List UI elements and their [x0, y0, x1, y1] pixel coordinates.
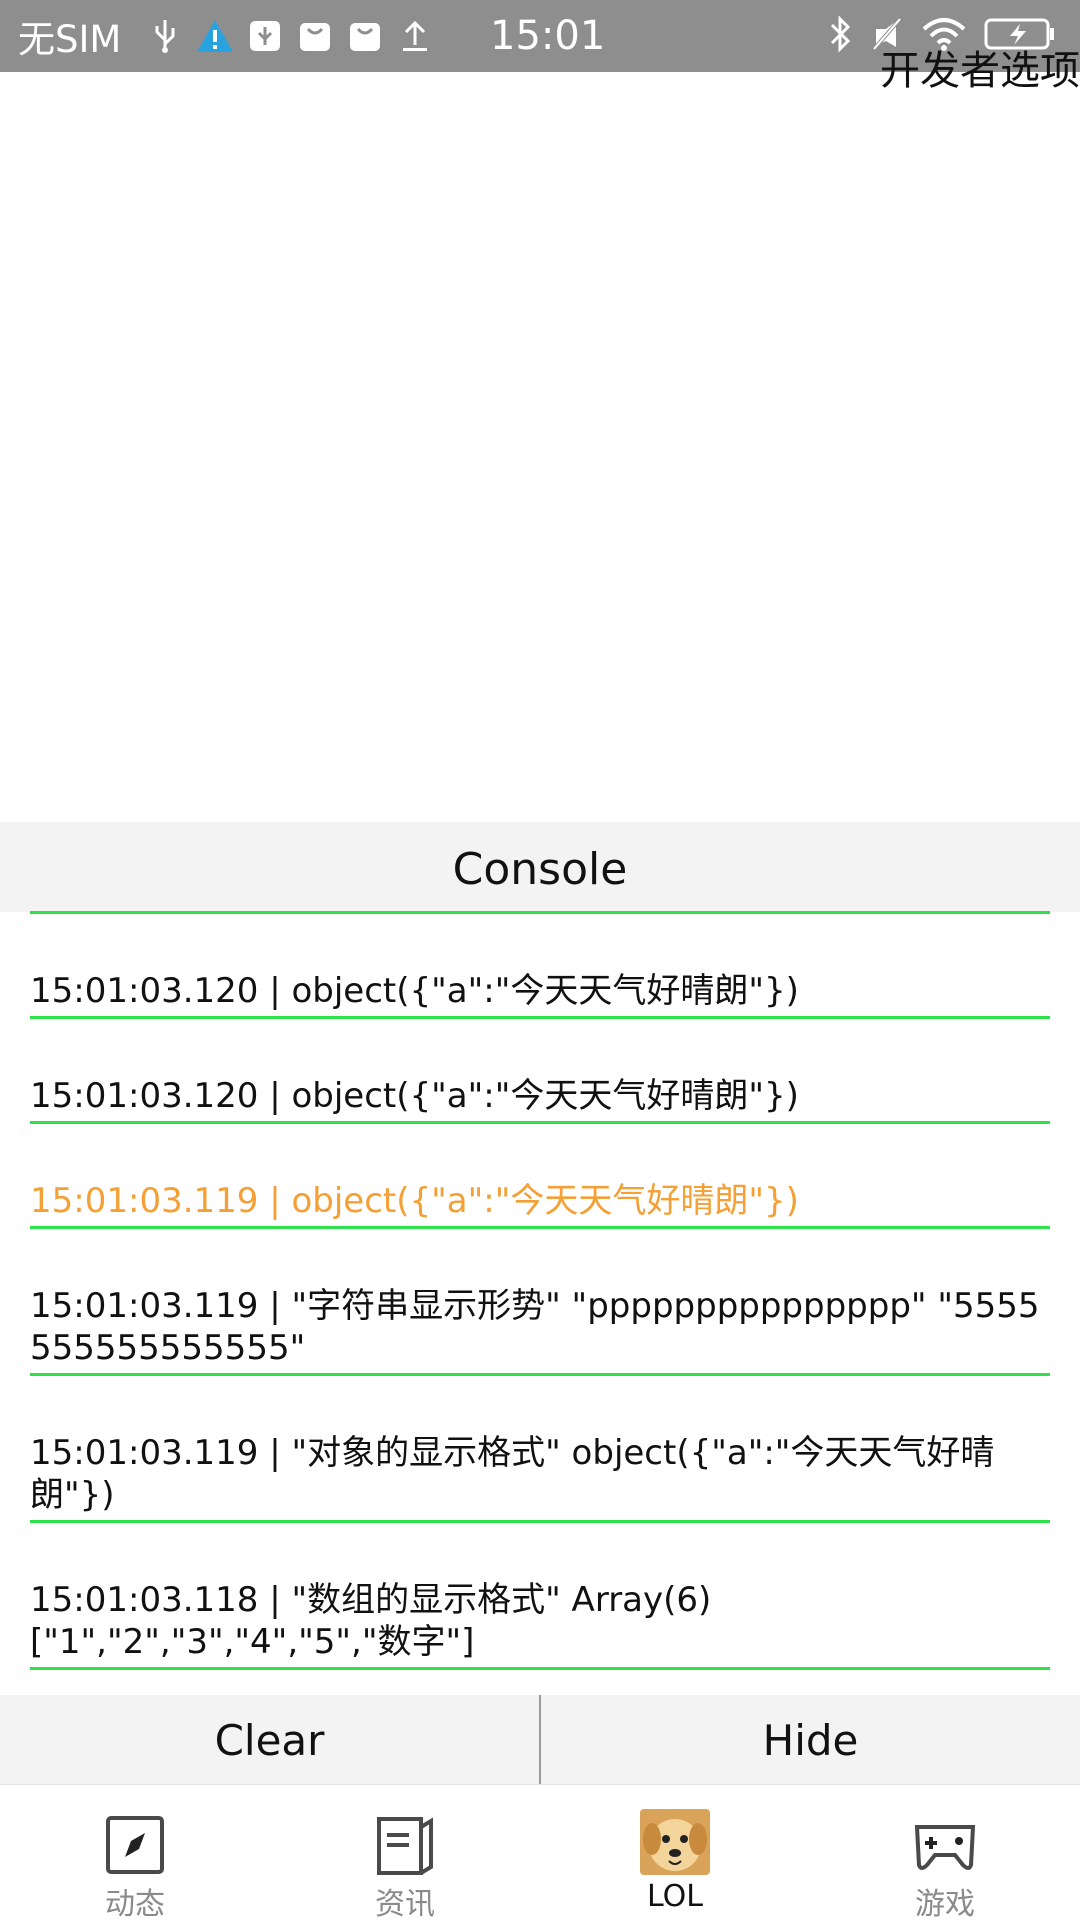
carrier-label: 无SIM	[18, 18, 122, 61]
hide-button[interactable]: Hide	[541, 1695, 1080, 1784]
developer-options-label: 开发者选项	[880, 48, 1080, 94]
tab-news[interactable]: 资讯	[270, 1785, 540, 1922]
status-time: 15:01	[490, 13, 606, 59]
news-icon	[369, 1809, 441, 1881]
warning-icon	[195, 16, 235, 56]
tab-label: LOL	[647, 1879, 703, 1914]
console-title: Console	[0, 822, 1080, 912]
log-entry: 15:01:03.119 | "字符串显示形势" "pppppppppppppp…	[30, 1229, 1050, 1376]
bag-icon	[345, 16, 385, 56]
bluetooth-icon	[828, 15, 852, 57]
status-bar-left: 无SIM	[18, 0, 445, 72]
console-log-list[interactable]: 15:01:03.120 | object({"a":"今天天气好晴朗"}) 1…	[30, 914, 1050, 1670]
log-entry: 15:01:03.118 | "数组的显示格式" Array(6) ["1","…	[30, 1523, 1050, 1670]
clear-button[interactable]: Clear	[0, 1695, 539, 1784]
compass-icon	[99, 1809, 171, 1881]
log-entry: 15:01:03.120 | object({"a":"今天天气好晴朗"})	[30, 1019, 1050, 1124]
tab-label: 游戏	[915, 1887, 975, 1922]
log-entry-warning: 15:01:03.119 | object({"a":"今天天气好晴朗"})	[30, 1124, 1050, 1229]
bottom-tab-bar: 动态 资讯 LOL 游戏	[0, 1784, 1080, 1922]
dog-avatar-icon	[639, 1809, 711, 1881]
usb-icon	[145, 16, 185, 56]
tab-games[interactable]: 游戏	[810, 1785, 1080, 1922]
console-panel: Console 15:01:03.120 | object({"a":"今天天气…	[0, 822, 1080, 1784]
tab-label: 资讯	[375, 1887, 435, 1922]
tab-label: 动态	[105, 1887, 165, 1922]
log-entry: 15:01:03.120 | object({"a":"今天天气好晴朗"})	[30, 914, 1050, 1019]
log-entry: 15:01:03.119 | "对象的显示格式" object({"a":"今天…	[30, 1376, 1050, 1523]
gamepad-icon	[909, 1809, 981, 1881]
console-footer: Clear Hide	[0, 1695, 1080, 1784]
upload-icon	[395, 16, 435, 56]
usb-debug-icon	[245, 16, 285, 56]
tab-dynamic[interactable]: 动态	[0, 1785, 270, 1922]
bag-icon	[295, 16, 335, 56]
tab-lol[interactable]: LOL	[540, 1785, 810, 1921]
